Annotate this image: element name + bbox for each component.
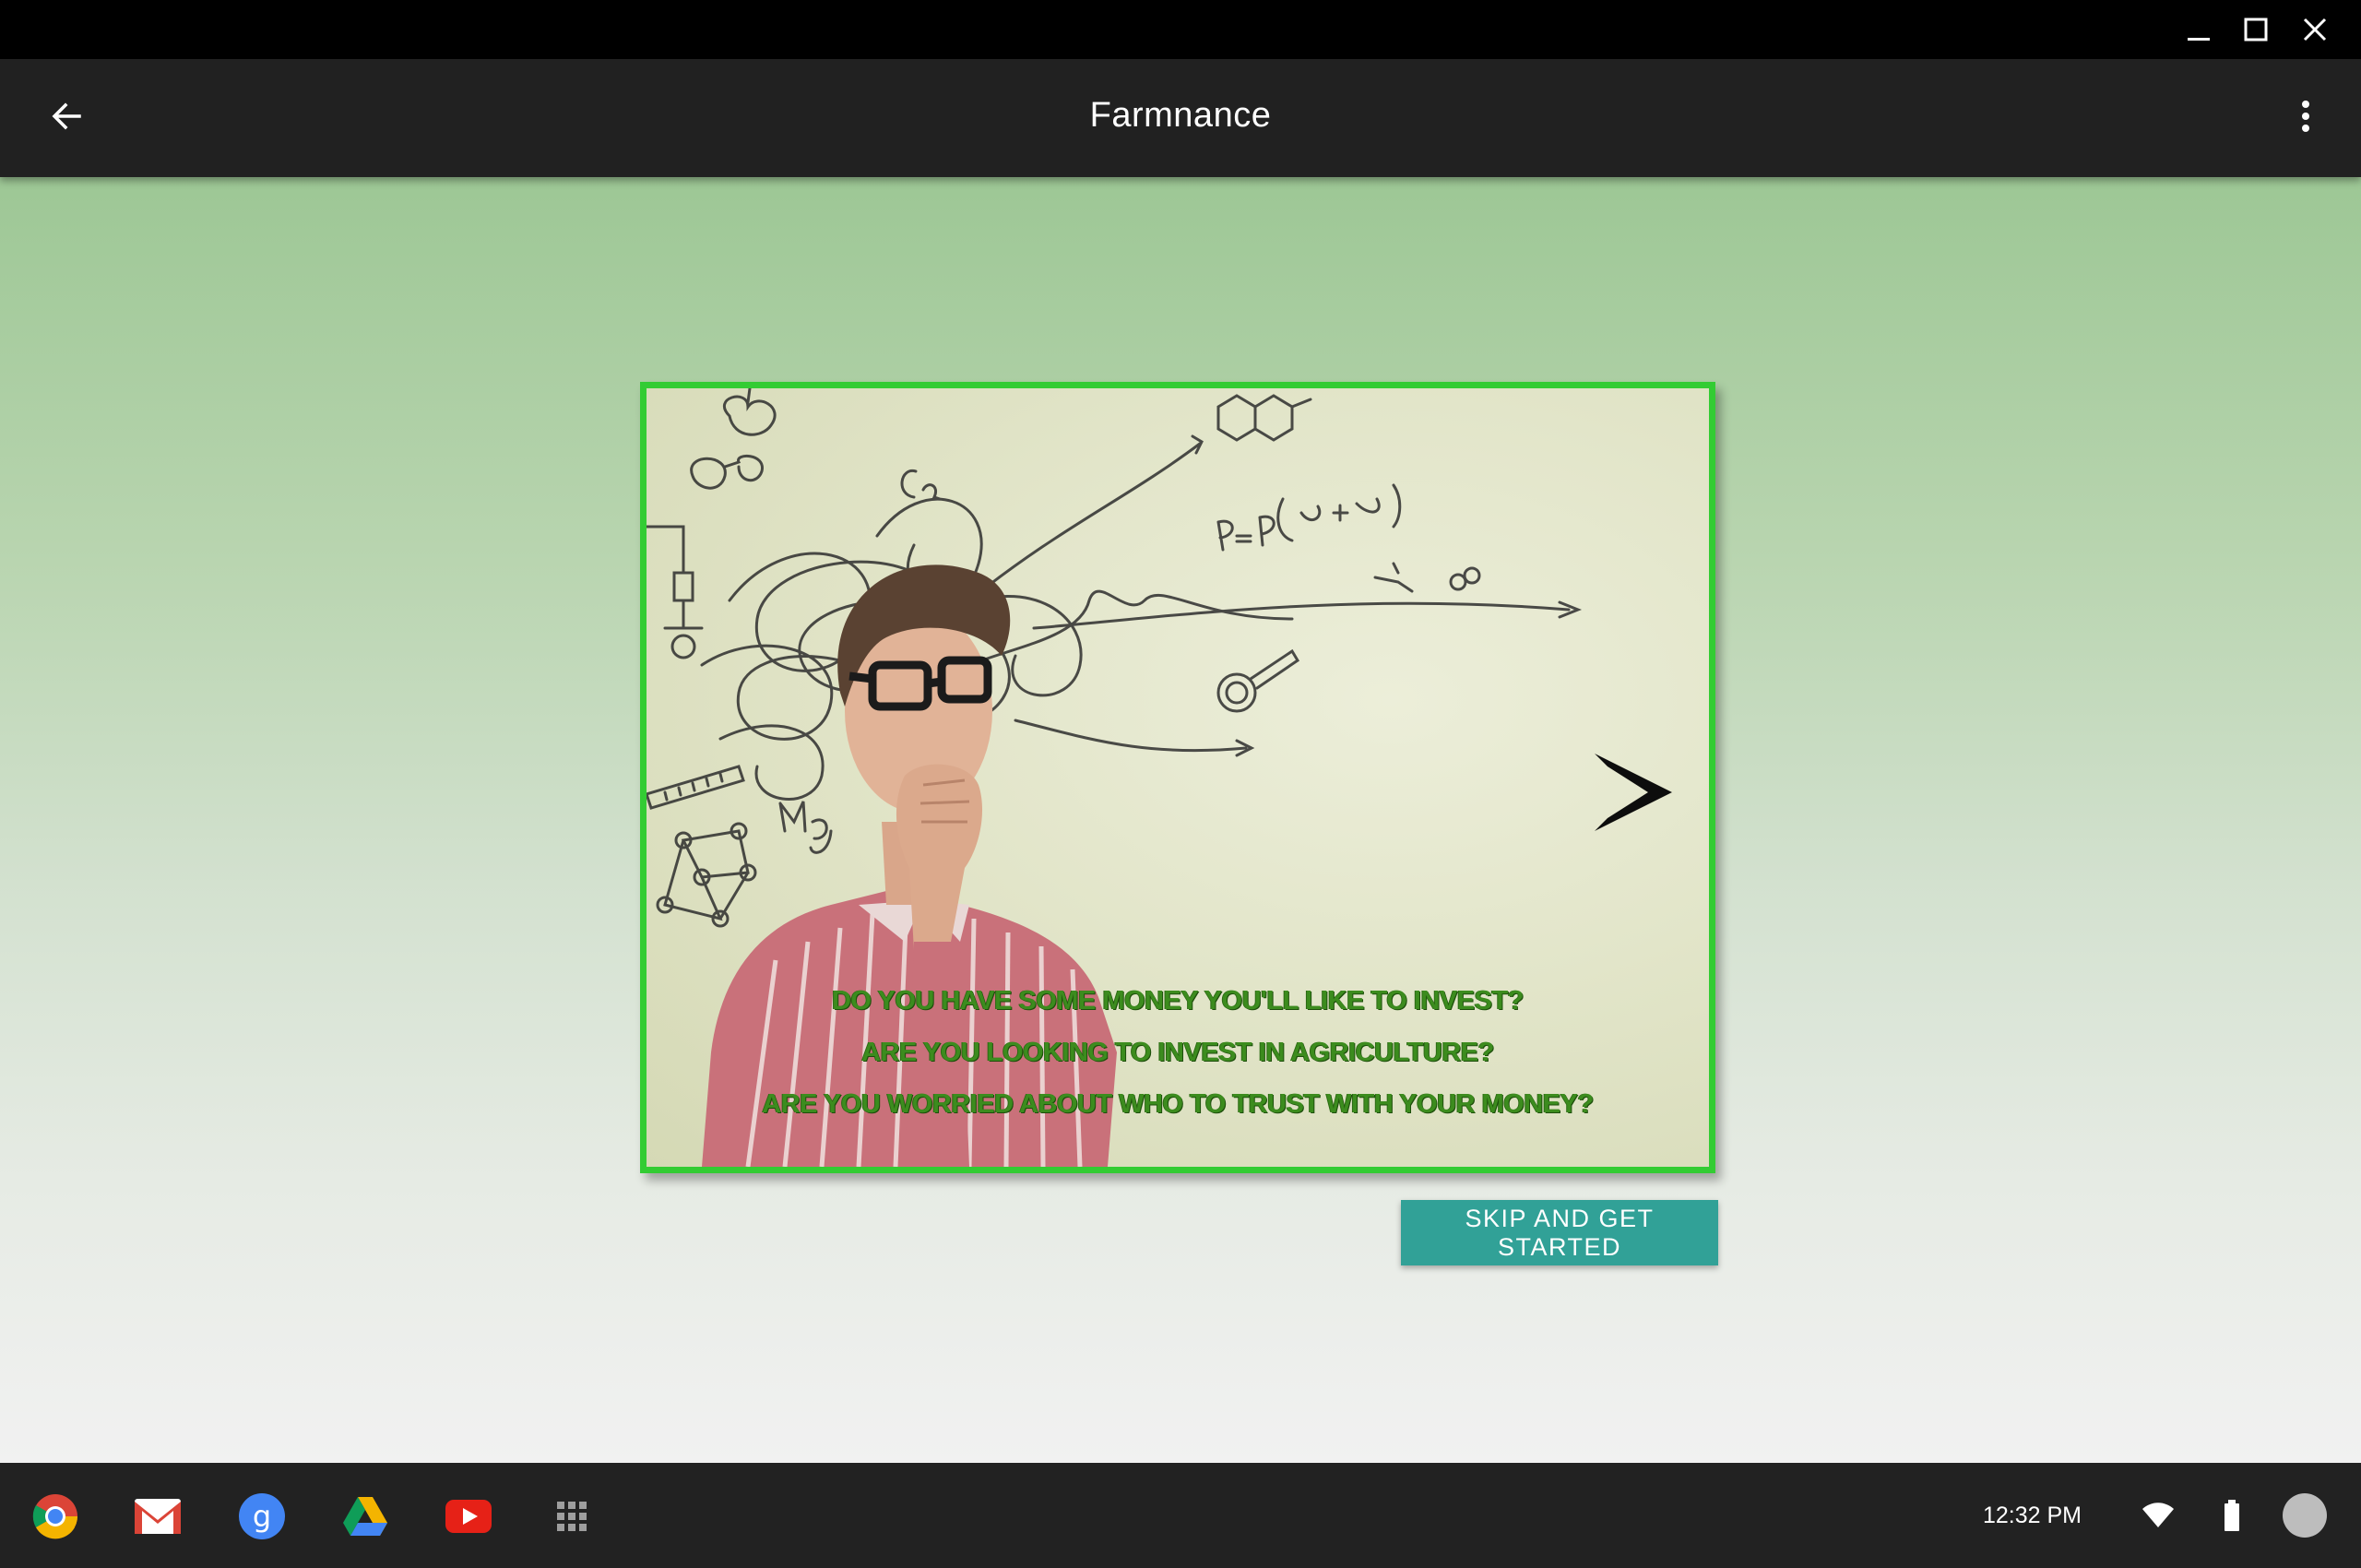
minimize-icon[interactable] <box>2182 13 2215 46</box>
gmail-icon[interactable] <box>132 1491 184 1542</box>
system-clock[interactable]: 12:32 PM <box>1983 1463 2082 1568</box>
wifi-icon[interactable] <box>2140 1497 2177 1534</box>
system-shelf: g 12:32 PM <box>0 1463 2361 1568</box>
avatar[interactable] <box>2283 1493 2327 1538</box>
chrome-icon[interactable] <box>30 1491 81 1542</box>
slide-line-2: ARE YOU LOOKING TO INVEST IN AGRICULTURE… <box>861 1038 1494 1067</box>
drive-icon[interactable] <box>339 1491 391 1542</box>
battery-icon[interactable] <box>2213 1497 2250 1534</box>
app-bar: Farmnance <box>0 59 2361 177</box>
maximize-icon[interactable] <box>2239 13 2272 46</box>
overflow-menu-button[interactable] <box>2276 89 2335 148</box>
onboarding-screen: DO YOU HAVE SOME MONEY YOU'LL LIKE TO IN… <box>0 177 2361 1463</box>
slide-line-3: ARE YOU WORRIED ABOUT WHO TO TRUST WITH … <box>762 1089 1594 1119</box>
back-button[interactable] <box>37 89 96 148</box>
svg-text:g: g <box>253 1499 271 1534</box>
more-vert-icon <box>2296 98 2315 139</box>
slide-line-1: DO YOU HAVE SOME MONEY YOU'LL LIKE TO IN… <box>832 986 1524 1016</box>
app-launcher-icon[interactable] <box>546 1491 598 1542</box>
app-title: Farmnance <box>1089 96 1272 135</box>
window-title-bar <box>0 0 2361 59</box>
google-search-icon[interactable]: g <box>236 1491 288 1542</box>
close-icon[interactable] <box>2298 13 2331 46</box>
skip-and-get-started-button[interactable]: SKIP AND GET STARTED <box>1401 1200 1718 1265</box>
slide-caption: DO YOU HAVE SOME MONEY YOU'LL LIKE TO IN… <box>647 388 1709 1167</box>
onboarding-slide[interactable]: DO YOU HAVE SOME MONEY YOU'LL LIKE TO IN… <box>640 382 1715 1173</box>
arrow-left-icon <box>48 98 85 139</box>
youtube-icon[interactable] <box>443 1491 494 1542</box>
